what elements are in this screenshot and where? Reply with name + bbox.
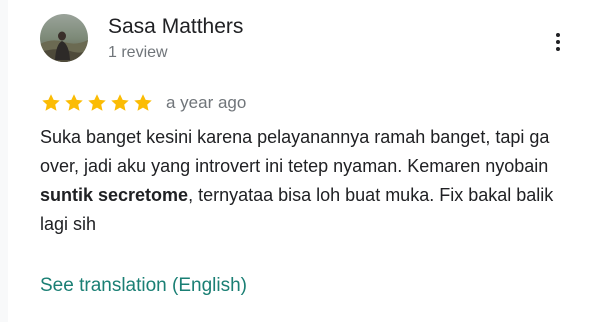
star-icon — [65, 94, 83, 111]
review-text-bold: suntik secretome — [40, 185, 189, 205]
more-options-button[interactable] — [546, 28, 570, 56]
review-text-part1: Suka banget kesini karena pelayanannya r… — [40, 127, 550, 176]
review-text: Suka banget kesini karena pelayanannya r… — [40, 123, 580, 239]
review-count: 1 review — [108, 44, 168, 61]
star-rating — [40, 92, 154, 114]
star-icon — [42, 94, 60, 111]
star-icon — [134, 94, 152, 111]
review-date: a year ago — [166, 93, 247, 112]
see-translation-link[interactable]: See translation (English) — [40, 274, 247, 298]
star-icon — [111, 94, 129, 111]
avatar[interactable] — [40, 14, 88, 62]
left-gutter — [0, 0, 8, 322]
rating-row: a year ago — [40, 92, 246, 114]
more-vert-icon — [556, 33, 560, 37]
star-icon — [88, 94, 106, 111]
avatar-photo — [40, 14, 88, 62]
reviewer-name[interactable]: Sasa Matthers — [108, 14, 243, 40]
